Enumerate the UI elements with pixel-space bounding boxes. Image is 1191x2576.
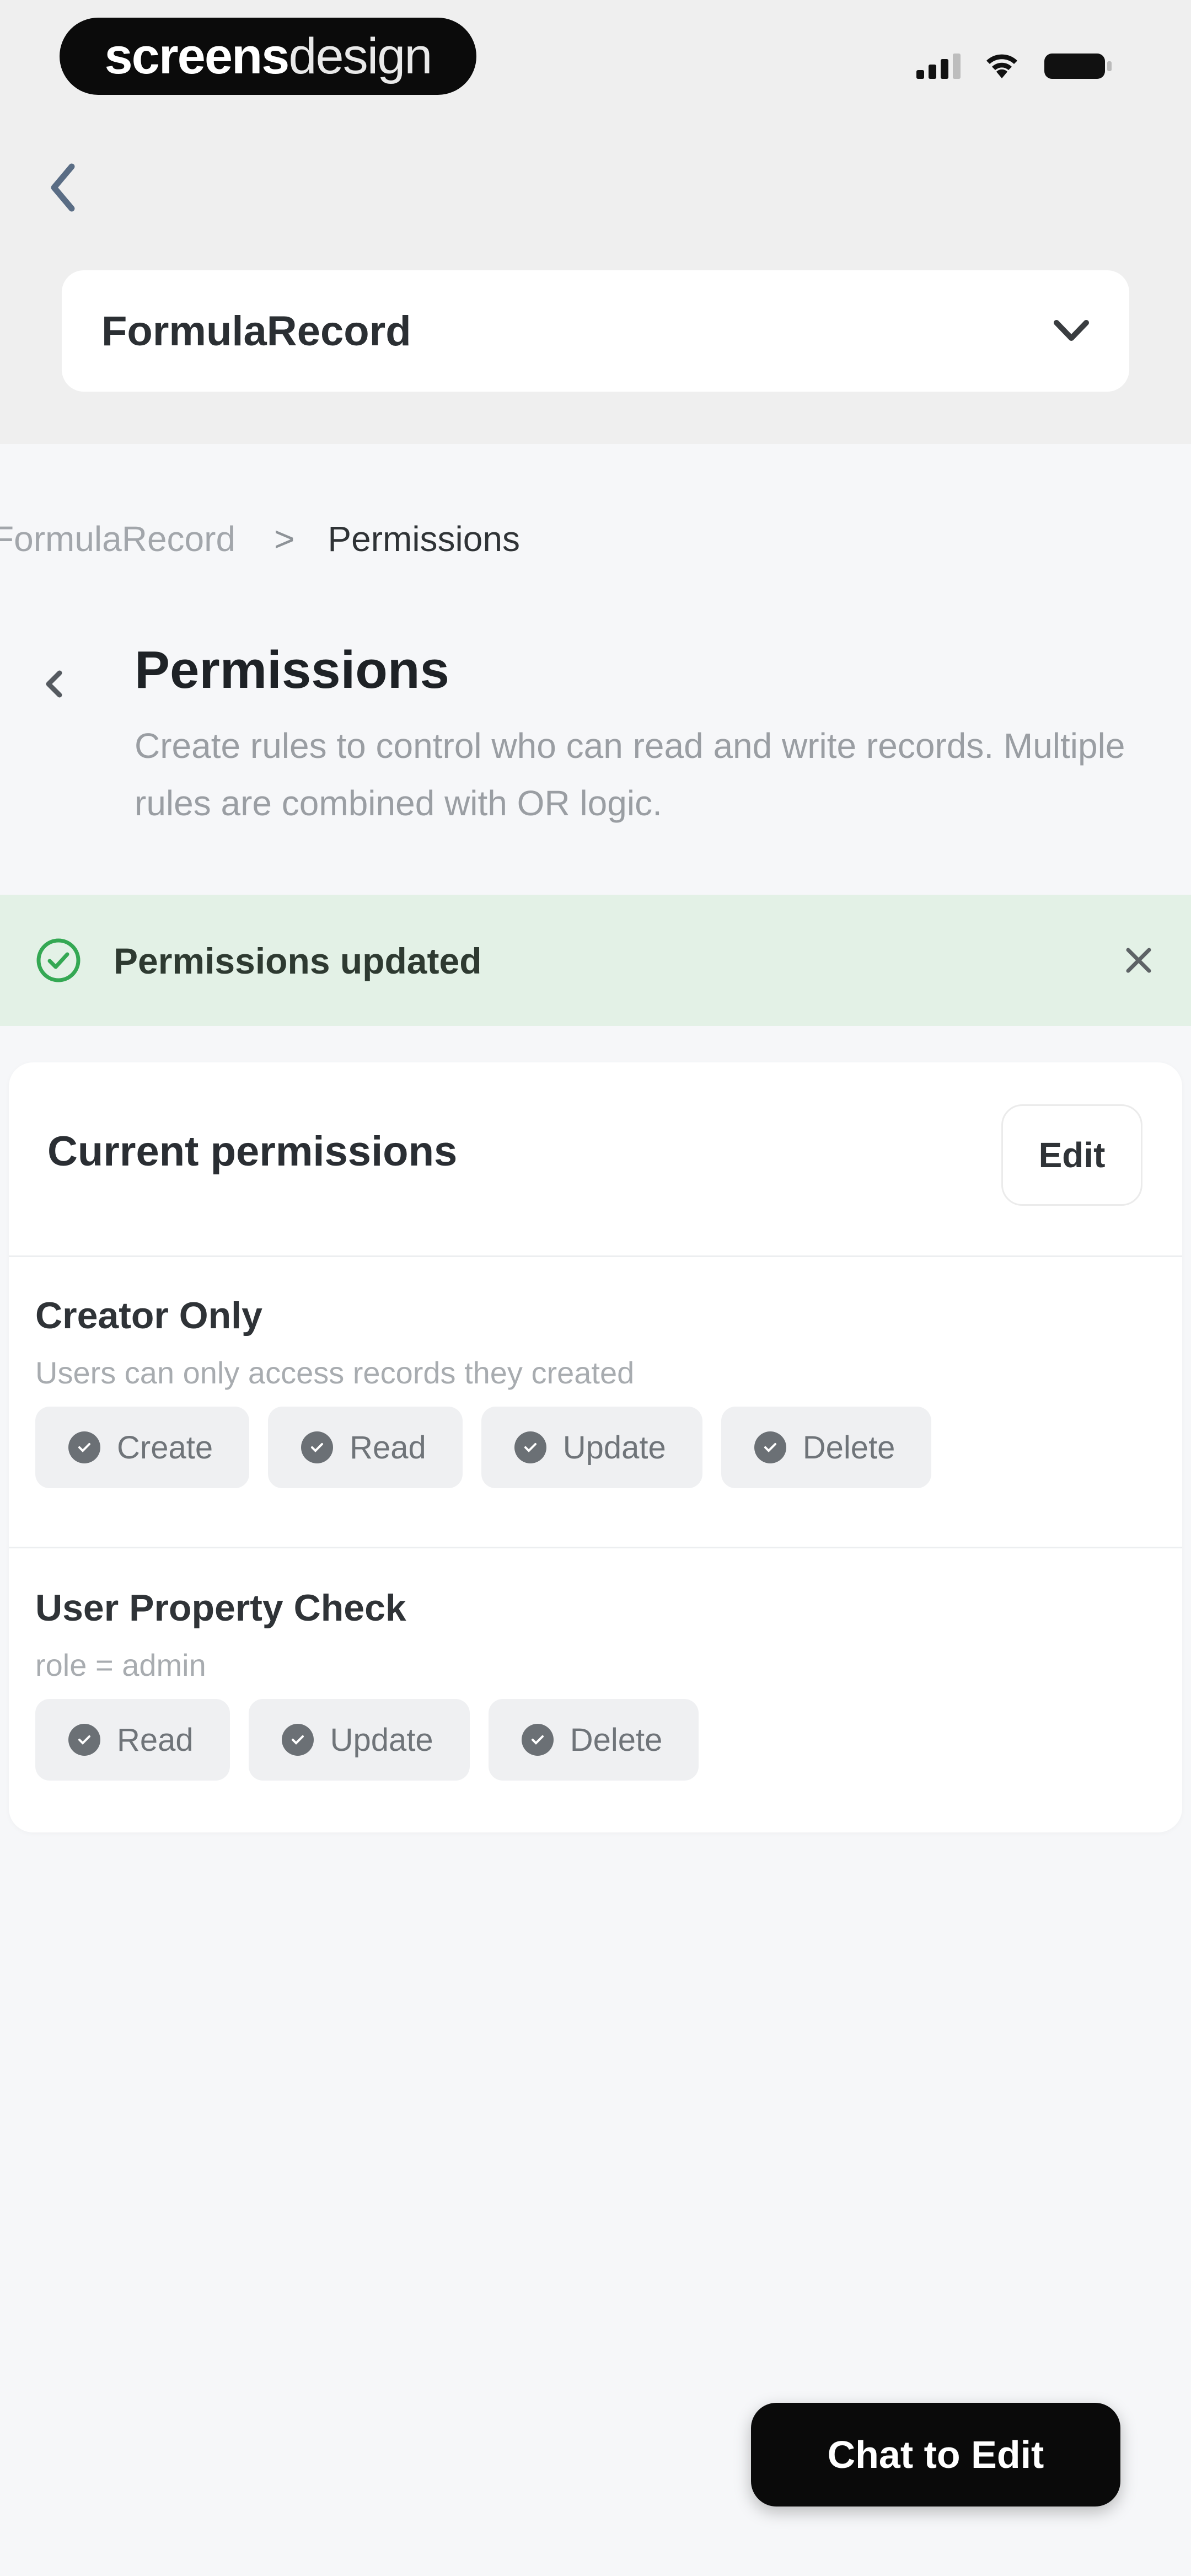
permission-chip-create: Create <box>35 1407 250 1488</box>
toast-message: Permissions updated <box>114 940 482 981</box>
status-bar-icons <box>916 50 1114 83</box>
chip-label: Create <box>117 1429 213 1466</box>
rule-name: User Property Check <box>35 1587 406 1629</box>
card-header: Current permissions Edit <box>9 1062 1182 1255</box>
card-title: Current permissions <box>47 1128 458 1175</box>
permission-chip-update: Update <box>481 1407 702 1488</box>
check-icon <box>521 1724 554 1756</box>
divider <box>9 1255 1182 1257</box>
check-icon <box>754 1431 786 1463</box>
breadcrumb: FormulaRecord > Permissions <box>0 519 520 559</box>
breadcrumb-separator: > <box>274 519 295 559</box>
chip-label: Update <box>330 1722 433 1758</box>
permission-chips: Create Read Update Delete <box>35 1407 932 1488</box>
permission-chip-read: Read <box>268 1407 463 1488</box>
logo-text-light: design <box>288 28 432 84</box>
check-icon <box>281 1724 314 1756</box>
chip-label: Read <box>117 1722 194 1758</box>
check-icon <box>68 1431 100 1463</box>
chip-label: Update <box>562 1429 666 1466</box>
permission-chip-delete: Delete <box>488 1699 699 1781</box>
permission-chip-read: Read <box>35 1699 230 1781</box>
rule-name: Creator Only <box>35 1295 262 1337</box>
logo-text-bold: screens <box>104 28 290 84</box>
permissions-card: Current permissions Edit Creator Only Us… <box>9 1062 1182 1832</box>
rule-description: Users can only access records they creat… <box>35 1355 635 1390</box>
chip-label: Delete <box>802 1429 895 1466</box>
permission-chip-update: Update <box>248 1699 470 1781</box>
check-icon <box>68 1724 100 1756</box>
check-icon <box>301 1431 334 1463</box>
chevron-left-icon <box>51 163 75 212</box>
header-back-button[interactable] <box>40 662 73 706</box>
chip-label: Read <box>350 1429 426 1466</box>
collection-dropdown[interactable]: FormulaRecord <box>62 270 1129 392</box>
signal-icon <box>916 54 961 79</box>
close-icon[interactable] <box>1120 942 1157 979</box>
check-circle-icon <box>36 938 81 982</box>
page-title: Permissions <box>135 640 449 699</box>
chip-label: Delete <box>570 1722 663 1758</box>
breadcrumb-item-collection[interactable]: FormulaRecord <box>0 519 235 559</box>
success-toast: Permissions updated <box>0 895 1191 1026</box>
edit-button[interactable]: Edit <box>1001 1104 1142 1206</box>
rule-description: role = admin <box>35 1648 206 1682</box>
breadcrumb-item-current: Permissions <box>328 519 520 559</box>
divider <box>9 1547 1182 1548</box>
wifi-icon <box>985 53 1019 79</box>
back-button[interactable] <box>44 160 88 215</box>
check-icon <box>514 1431 546 1463</box>
battery-icon <box>1043 51 1114 81</box>
page-description: Create rules to control who can read and… <box>135 726 1125 823</box>
permission-chip-delete: Delete <box>721 1407 932 1488</box>
chevron-down-icon <box>1054 320 1089 341</box>
chat-to-edit-button[interactable]: Chat to Edit <box>751 2403 1120 2506</box>
dropdown-selected-label: FormulaRecord <box>101 307 411 355</box>
screensdesign-logo: screens design <box>60 18 476 95</box>
permission-chips: Read Update Delete <box>35 1699 699 1781</box>
chevron-left-icon <box>46 670 62 698</box>
